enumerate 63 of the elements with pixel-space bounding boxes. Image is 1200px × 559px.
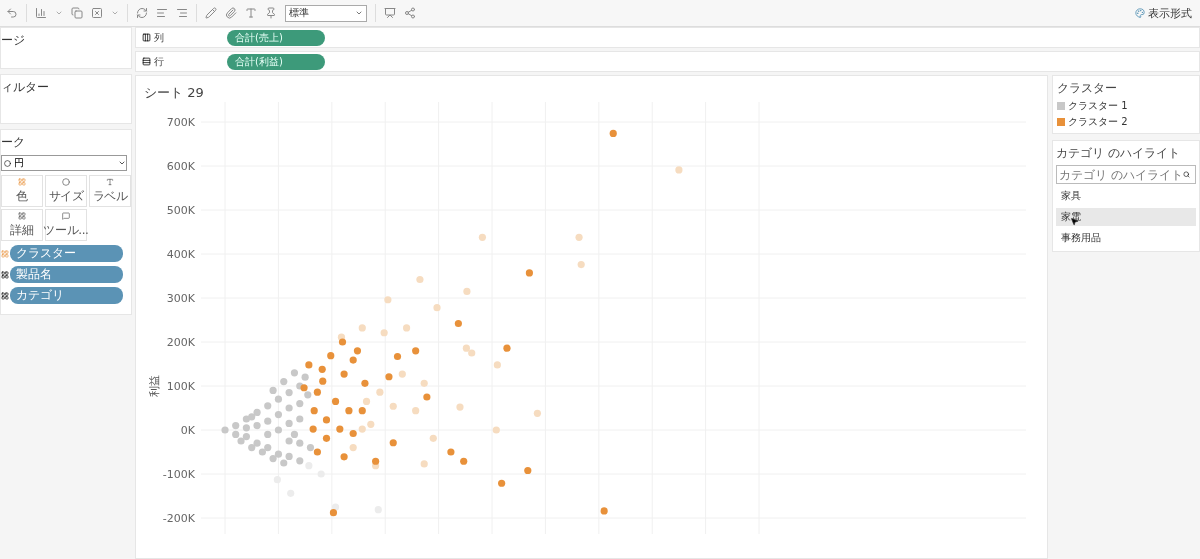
axis-tick-label: 500K — [166, 204, 195, 217]
axis-tick-label: 300K — [166, 292, 195, 305]
axis-tick-label: -200K — [162, 512, 195, 525]
shelf-label: 列 — [154, 30, 165, 45]
search-icon — [1183, 171, 1190, 178]
duplicate-icon[interactable] — [71, 7, 83, 19]
grid-icon — [18, 177, 26, 186]
text-icon[interactable] — [245, 7, 257, 19]
mark-property-button[interactable]: 色 — [1, 175, 43, 207]
grid-icon — [1, 270, 9, 279]
caret-icon[interactable] — [111, 9, 119, 17]
axis-tick-label: 700K — [166, 116, 195, 129]
highlight-option[interactable]: 事務用品 — [1056, 229, 1196, 247]
axis-tick-label: 0K — [180, 424, 195, 437]
grid-icon — [1, 291, 9, 300]
paperclip-icon[interactable] — [225, 7, 237, 19]
axis-tick-label: 100K — [166, 380, 195, 393]
search-field[interactable]: カテゴリ のハイライト — [1056, 165, 1196, 184]
highlighter-title: カテゴリ のハイライト — [1056, 145, 1180, 162]
mark-property-button[interactable]: サイズ — [45, 175, 87, 207]
pencil-icon[interactable] — [205, 7, 217, 19]
circle-icon — [4, 159, 11, 167]
axis-tick-label: 600K — [166, 160, 195, 173]
axis-title: 利益 — [148, 375, 161, 397]
swap-icon[interactable] — [136, 7, 148, 19]
mark-type-dropdown[interactable]: 円 — [1, 155, 127, 171]
grid-icon — [18, 211, 26, 220]
mark-property-button[interactable]: ラベル — [89, 175, 131, 207]
bar-chart-icon[interactable] — [35, 7, 47, 19]
mark-property-button[interactable]: ツール... — [45, 209, 87, 241]
axis-tick-label: 400K — [166, 248, 195, 261]
caret-icon[interactable] — [55, 9, 63, 17]
card-title: ーク — [1, 134, 25, 151]
legend-label: クラスター 2 — [1068, 115, 1128, 129]
mark-property-button[interactable]: 詳細 — [1, 209, 43, 241]
card-title: ージ — [1, 32, 25, 49]
caret-icon — [118, 159, 126, 167]
sheet-title: シート 29 — [143, 84, 204, 102]
format-button[interactable]: 表示形式 — [1133, 3, 1194, 23]
grid-icon — [1, 249, 9, 258]
card-title: ィルター — [1, 79, 49, 96]
axis-tick-label: -100K — [162, 468, 195, 481]
rows-icon — [142, 57, 151, 66]
columns-icon — [142, 33, 151, 42]
legend-title: クラスター — [1057, 80, 1117, 97]
sort-icon[interactable] — [176, 7, 188, 19]
sort-icon[interactable] — [156, 7, 168, 19]
text-icon — [106, 177, 114, 186]
pin-icon[interactable] — [265, 7, 277, 19]
caret-icon — [355, 9, 363, 17]
undo-icon[interactable] — [6, 7, 18, 19]
shelf-label: 行 — [154, 54, 165, 69]
axis-tick-label: 200K — [166, 336, 195, 349]
highlight-option[interactable]: 家電 — [1056, 208, 1196, 226]
circle-icon — [62, 177, 70, 186]
clear-icon[interactable] — [91, 7, 103, 19]
fit-dropdown[interactable]: 標準 — [285, 4, 367, 22]
palette-icon — [1135, 8, 1145, 18]
presentation-icon[interactable] — [384, 7, 396, 19]
speech-bubble-icon — [62, 211, 70, 220]
legend-label: クラスター 1 — [1068, 99, 1128, 113]
share-icon[interactable] — [404, 7, 416, 19]
highlight-option[interactable]: 家具 — [1056, 187, 1196, 205]
